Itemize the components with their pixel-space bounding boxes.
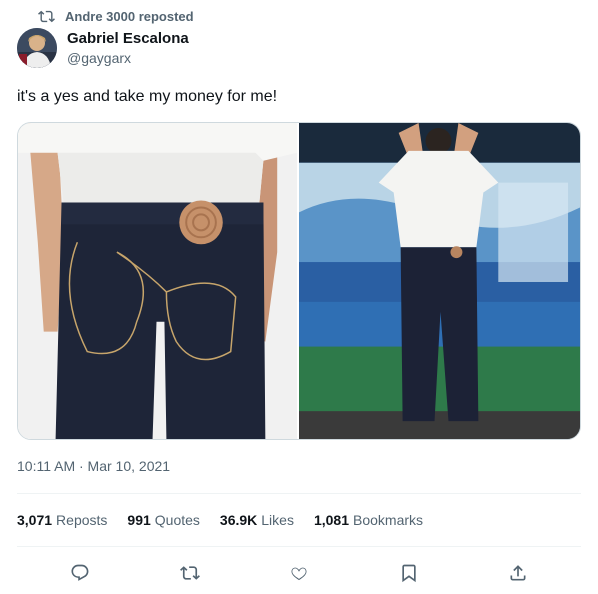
- media-grid: [17, 122, 581, 440]
- author-handle[interactable]: @gaygarx: [67, 49, 189, 67]
- stat-likes-count: 36.9K: [219, 512, 258, 528]
- stat-reposts[interactable]: 3,071 Reposts: [17, 512, 107, 528]
- author-display-name[interactable]: Gabriel Escalona: [67, 29, 189, 49]
- repost-banner[interactable]: Andre 3000 reposted: [38, 8, 194, 25]
- avatar[interactable]: [17, 28, 57, 68]
- repost-icon: [38, 10, 55, 23]
- tweet-text: it's a yes and take my money for me!: [17, 88, 278, 105]
- media-image-jeans-closeup[interactable]: [18, 123, 299, 439]
- reply-button[interactable]: [63, 556, 97, 590]
- media-image-jeans-fullbody[interactable]: [299, 123, 580, 439]
- reply-icon: [71, 564, 89, 581]
- divider: [17, 546, 581, 547]
- stat-reposts-label: Reposts: [56, 512, 108, 528]
- like-button[interactable]: [282, 556, 316, 590]
- share-icon: [510, 565, 526, 581]
- stat-bookmarks-label: Bookmarks: [353, 512, 424, 528]
- tweet-actions: [17, 556, 581, 590]
- bookmark-icon: [401, 564, 416, 583]
- stat-bookmarks-count: 1,081: [313, 512, 349, 528]
- stat-quotes[interactable]: 991 Quotes: [127, 512, 200, 528]
- repost-banner-text: Andre 3000 reposted: [65, 9, 194, 24]
- repost-icon: [179, 566, 200, 580]
- like-icon: [291, 567, 307, 581]
- repost-button[interactable]: [173, 556, 207, 590]
- stat-quotes-count: 991: [127, 512, 151, 528]
- tweet-stats: 3,071 Reposts 991 Quotes 36.9K Likes 1,0…: [17, 512, 443, 528]
- stat-likes-label: Likes: [261, 512, 294, 528]
- share-button[interactable]: [501, 556, 535, 590]
- tweet-timestamp[interactable]: 10:11 AM · Mar 10, 2021: [17, 458, 170, 474]
- stat-likes[interactable]: 36.9K Likes: [220, 512, 294, 528]
- divider: [17, 493, 581, 494]
- tweet-author: Gabriel Escalona @gaygarx: [17, 28, 189, 68]
- bookmark-button[interactable]: [392, 556, 426, 590]
- stat-reposts-count: 3,071: [17, 512, 53, 528]
- stat-bookmarks[interactable]: 1,081 Bookmarks: [314, 512, 423, 528]
- stat-quotes-label: Quotes: [154, 512, 200, 528]
